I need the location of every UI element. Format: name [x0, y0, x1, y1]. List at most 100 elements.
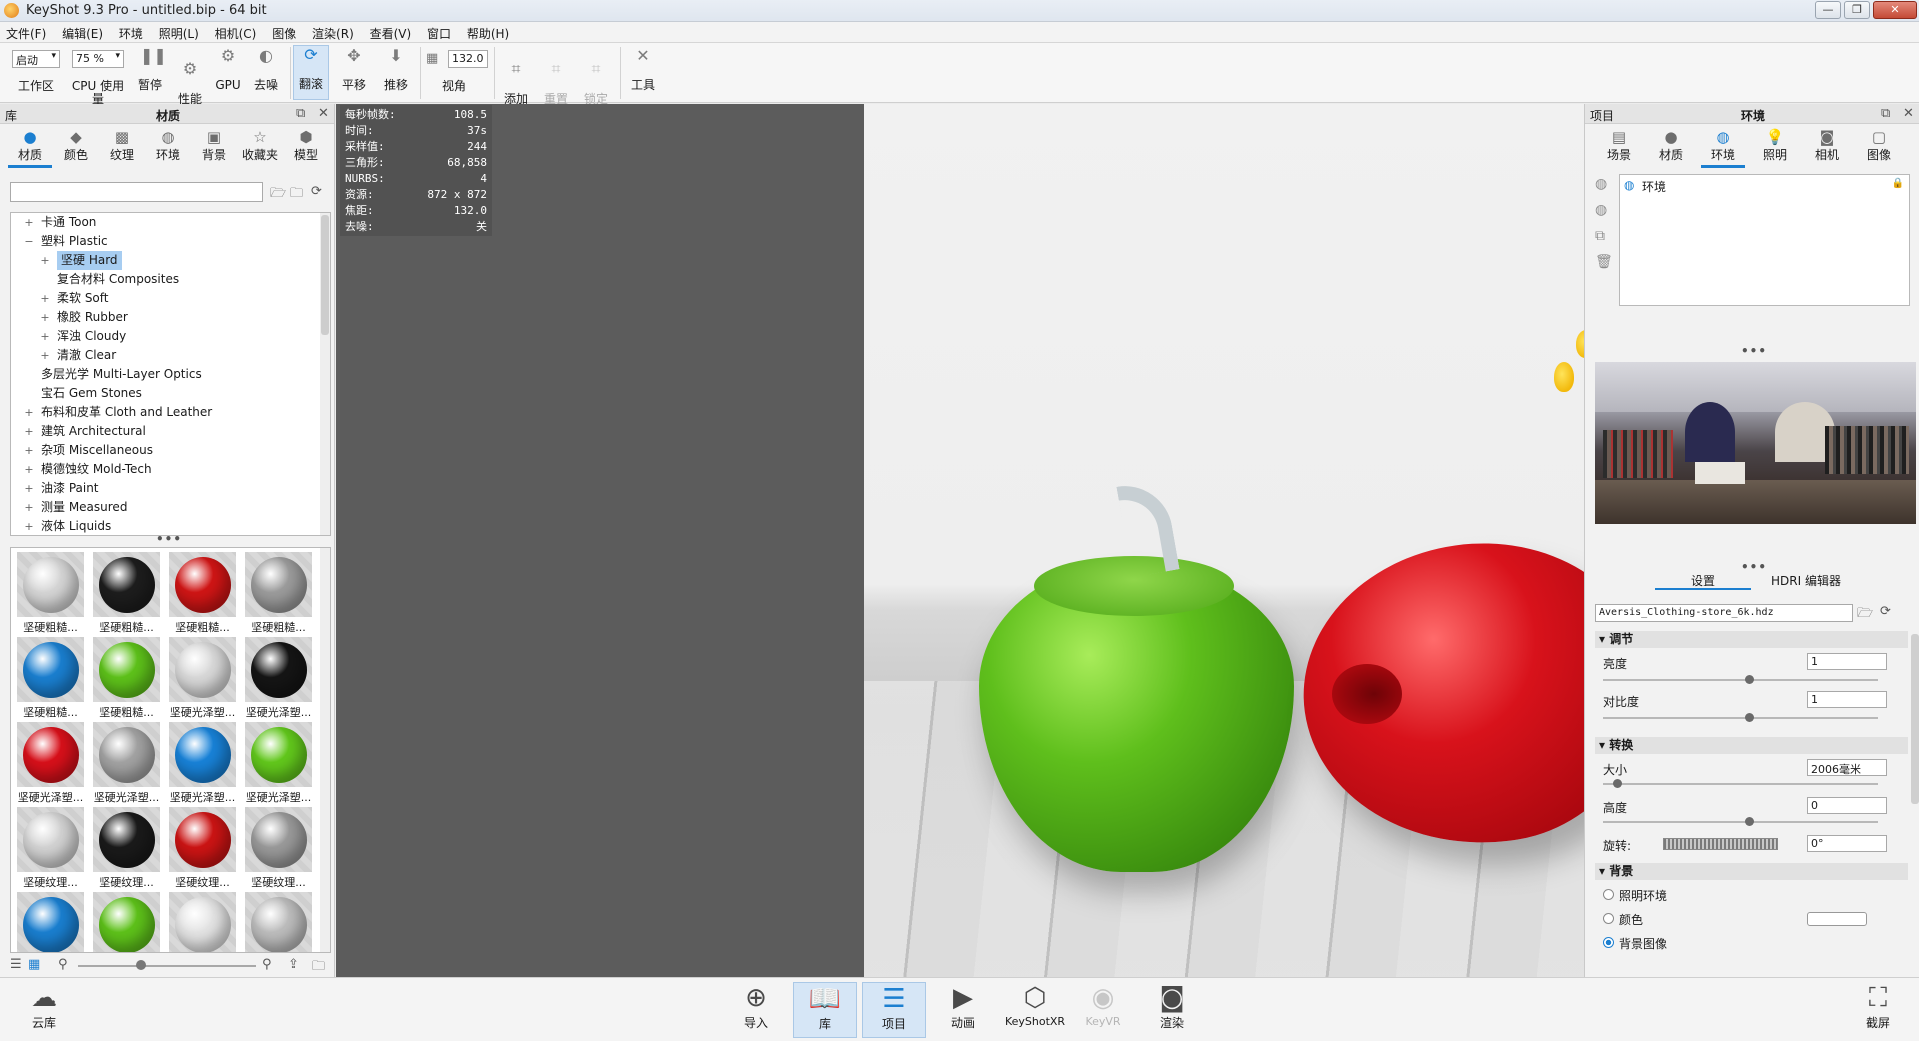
- section-background[interactable]: ▾ 背景: [1595, 863, 1908, 880]
- add-folder-icon[interactable]: 🗀: [290, 184, 303, 206]
- height-slider-knob[interactable]: [1745, 817, 1754, 826]
- tab-materials[interactable]: ● 材质: [8, 128, 52, 168]
- menu-environment[interactable]: 环境: [113, 22, 149, 42]
- tab-models[interactable]: ⬢ 模型: [284, 128, 328, 163]
- grid-view-icon[interactable]: ▦: [28, 957, 40, 972]
- list-view-icon[interactable]: ☰: [10, 957, 22, 972]
- material-thumbnail[interactable]: 坚硬粗糙...: [89, 549, 164, 634]
- tab-material[interactable]: ● 材质: [1649, 128, 1693, 163]
- expand-icon[interactable]: +: [23, 479, 35, 498]
- expand-icon[interactable]: +: [23, 403, 35, 422]
- duplicate-environment-icon[interactable]: ◍: [1595, 202, 1607, 218]
- thumbnail-size-slider-knob[interactable]: [136, 960, 146, 970]
- cloud-library-button[interactable]: ☁ 云库: [12, 982, 76, 1038]
- expand-icon[interactable]: +: [23, 422, 35, 441]
- brightness-slider-knob[interactable]: [1745, 675, 1754, 684]
- expand-icon[interactable]: +: [39, 251, 51, 270]
- workspace-select[interactable]: 启动 ▾: [12, 50, 60, 68]
- expand-icon[interactable]: +: [39, 289, 51, 308]
- project-toggle-button[interactable]: ☰ 项目: [862, 982, 926, 1038]
- folder-icon[interactable]: 🗀: [312, 957, 325, 979]
- material-thumbnail[interactable]: 坚硬纹理...: [89, 804, 164, 889]
- tree-item[interactable]: + 杂项 Miscellaneous: [11, 441, 330, 460]
- tab-environment[interactable]: ◍ 环境: [1701, 128, 1745, 168]
- close-panel-icon[interactable]: ✕: [1903, 106, 1914, 121]
- delete-icon[interactable]: 🗑: [1595, 254, 1613, 270]
- tree-item[interactable]: + 布料和皮革 Cloth and Leather: [11, 403, 330, 422]
- material-thumbnail[interactable]: 坚硬光泽塑...: [241, 634, 316, 719]
- menu-render[interactable]: 渲染(R): [306, 22, 360, 42]
- tree-item[interactable]: 复合材料 Composites: [11, 270, 330, 289]
- tab-colors[interactable]: ◆ 颜色: [54, 128, 98, 163]
- material-thumbnail[interactable]: 坚硬光泽塑...: [13, 719, 88, 804]
- cpu-usage-select[interactable]: 75 % ▾: [72, 50, 124, 68]
- material-thumbnail[interactable]: 坚硬纹理...: [241, 804, 316, 889]
- material-thumbnail[interactable]: 坚硬粗糙...: [165, 549, 240, 634]
- size-slider-knob[interactable]: [1613, 779, 1622, 788]
- menu-camera[interactable]: 相机(C): [209, 22, 263, 42]
- tab-settings[interactable]: 设置: [1655, 572, 1751, 590]
- material-thumbnail[interactable]: [241, 889, 316, 952]
- menu-help[interactable]: 帮助(H): [461, 22, 515, 42]
- tree-item[interactable]: + 卡通 Toon: [11, 213, 330, 232]
- expand-icon[interactable]: +: [23, 460, 35, 479]
- tree-scrollbar-thumb[interactable]: [321, 215, 329, 335]
- refresh-icon[interactable]: ⟳: [311, 184, 322, 199]
- tab-image[interactable]: ▢ 图像: [1857, 128, 1901, 163]
- tab-textures[interactable]: ▩ 纹理: [100, 128, 144, 163]
- float-panel-icon[interactable]: ⧉: [296, 106, 305, 121]
- field-of-view-input[interactable]: 132.0: [448, 50, 488, 68]
- tab-backgrounds[interactable]: ▣ 背景: [192, 128, 236, 163]
- properties-scrollbar[interactable]: [1911, 634, 1919, 804]
- zoom-out-icon[interactable]: ⚲: [58, 957, 68, 972]
- open-folder-icon[interactable]: 🗁: [270, 184, 286, 206]
- material-thumbnail[interactable]: 坚硬纹理...: [165, 804, 240, 889]
- height-input[interactable]: 0: [1807, 797, 1887, 814]
- tree-item[interactable]: + 建筑 Architectural: [11, 422, 330, 441]
- tree-item[interactable]: + 清澈 Clear: [11, 346, 330, 365]
- tree-scrollbar[interactable]: [320, 213, 330, 535]
- refresh-icon[interactable]: ⟳: [1880, 604, 1891, 619]
- tab-environments[interactable]: ◍ 环境: [146, 128, 190, 163]
- material-thumbnail[interactable]: 坚硬粗糙...: [241, 549, 316, 634]
- render-button[interactable]: ◙ 渲染: [1140, 982, 1204, 1038]
- brightness-input[interactable]: 1: [1807, 653, 1887, 670]
- brightness-slider[interactable]: [1603, 679, 1878, 681]
- expand-icon[interactable]: +: [23, 517, 35, 535]
- tree-item[interactable]: + 坚硬 Hard: [11, 251, 330, 270]
- lock-icon[interactable]: 🔒: [1892, 178, 1904, 189]
- tab-camera[interactable]: ◙ 相机: [1805, 128, 1849, 163]
- animation-button[interactable]: ▶ 动画: [931, 982, 995, 1038]
- contrast-slider[interactable]: [1603, 717, 1878, 719]
- dolly-button[interactable]: ⬇ 推移: [378, 47, 414, 92]
- library-toggle-button[interactable]: 📖 库: [793, 982, 857, 1038]
- material-thumbnail[interactable]: [89, 889, 164, 952]
- menu-lighting[interactable]: 照明(L): [153, 22, 205, 42]
- expand-icon[interactable]: +: [23, 213, 35, 232]
- tree-item[interactable]: 宝石 Gem Stones: [11, 384, 330, 403]
- environment-settings-icon[interactable]: ⧉: [1595, 228, 1605, 244]
- material-thumbnail[interactable]: 坚硬光泽塑...: [89, 719, 164, 804]
- expand-icon[interactable]: +: [39, 327, 51, 346]
- rotation-dial[interactable]: [1663, 838, 1778, 850]
- size-input[interactable]: 2006毫米: [1807, 759, 1887, 776]
- material-thumbnail[interactable]: 坚硬光泽塑...: [165, 719, 240, 804]
- material-thumbnail[interactable]: 坚硬纹理...: [13, 804, 88, 889]
- section-adjust[interactable]: ▾ 调节: [1595, 631, 1908, 648]
- close-panel-icon[interactable]: ✕: [318, 106, 329, 121]
- tree-item[interactable]: + 模德蚀纹 Mold-Tech: [11, 460, 330, 479]
- keyvr-button[interactable]: ◉ KeyVR: [1071, 982, 1135, 1038]
- tree-item[interactable]: + 测量 Measured: [11, 498, 330, 517]
- tab-favorites[interactable]: ☆ 收藏夹: [238, 128, 282, 163]
- material-thumbnail[interactable]: 坚硬光泽塑...: [241, 719, 316, 804]
- material-thumbnail[interactable]: [165, 889, 240, 952]
- radio-lighting-environment[interactable]: [1603, 889, 1614, 900]
- menu-image[interactable]: 图像: [266, 22, 302, 42]
- collapse-icon[interactable]: −: [23, 232, 35, 251]
- radio-background-image[interactable]: [1603, 937, 1614, 948]
- menu-edit[interactable]: 编辑(E): [56, 22, 109, 42]
- zoom-in-icon[interactable]: ⚲: [262, 957, 272, 972]
- upload-icon[interactable]: ⇪: [288, 957, 299, 972]
- denoise-button[interactable]: ◐ 去噪: [250, 47, 282, 92]
- menu-file[interactable]: 文件(F): [0, 22, 52, 42]
